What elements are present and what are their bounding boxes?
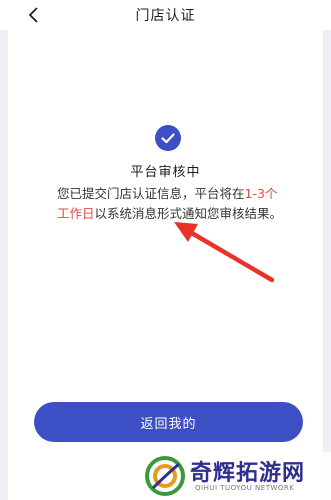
- watermark-subtext: QIHUI TUOYOU NETWORK: [195, 484, 295, 492]
- nav-bar: 门店认证: [0, 0, 331, 30]
- status-title: 平台审核中: [130, 165, 201, 180]
- annotation-arrow: [174, 222, 275, 283]
- back-to-profile-button[interactable]: 返回我的: [34, 402, 303, 442]
- message-text: 您已提交门店认证信息，平台将在: [57, 186, 245, 201]
- watermark-text: 奇辉拓游网: [190, 461, 306, 486]
- page-title: 门店认证: [135, 8, 196, 24]
- watermark-logo-icon: [145, 456, 185, 496]
- watermark: 奇辉拓游网 QIHUI TUOYOU NETWORK: [135, 452, 331, 500]
- check-circle-icon: [155, 125, 181, 151]
